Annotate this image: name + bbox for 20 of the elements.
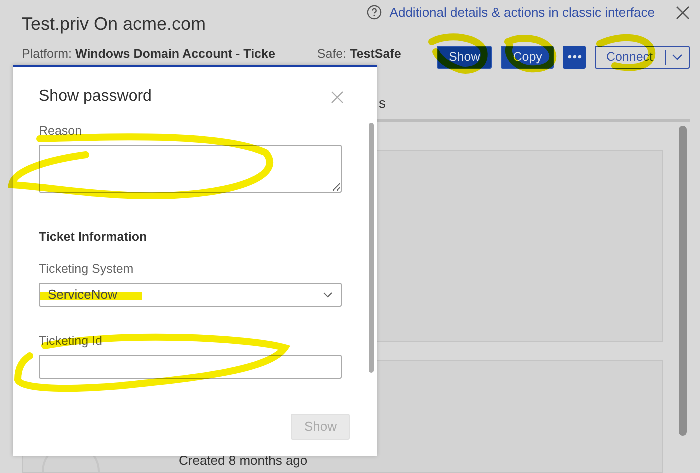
more-button[interactable] xyxy=(563,46,586,68)
dialog-title: Show password xyxy=(39,87,152,107)
highlighter-scribble-overlay xyxy=(504,34,556,73)
chevron-icon xyxy=(323,292,333,298)
close-icon[interactable] xyxy=(676,6,690,20)
ticket-id-field[interactable] xyxy=(39,355,342,379)
created-text: Created 8 months ago xyxy=(179,452,308,470)
caret-icon[interactable] xyxy=(672,54,683,60)
section-heading: Ticket Information xyxy=(39,229,148,245)
help-icon[interactable] xyxy=(366,5,382,20)
field-label: Reason xyxy=(39,123,84,139)
classic-interface-link[interactable]: Additional details & actions in classic interface xyxy=(390,3,655,22)
tab-label[interactable]: s xyxy=(379,86,386,120)
more-icon xyxy=(568,55,582,59)
platform-text: Platform: Windows Domain Account - Ticke xyxy=(22,47,276,62)
highlighter-scribble-overlay xyxy=(428,34,488,74)
ticketing-system-select[interactable]: ServiceNow xyxy=(39,283,342,307)
field-label: Ticketing System xyxy=(39,261,135,277)
page-title: Test.priv On acme.com xyxy=(22,13,208,36)
safe-text: Safe: TestSafe xyxy=(317,47,402,62)
